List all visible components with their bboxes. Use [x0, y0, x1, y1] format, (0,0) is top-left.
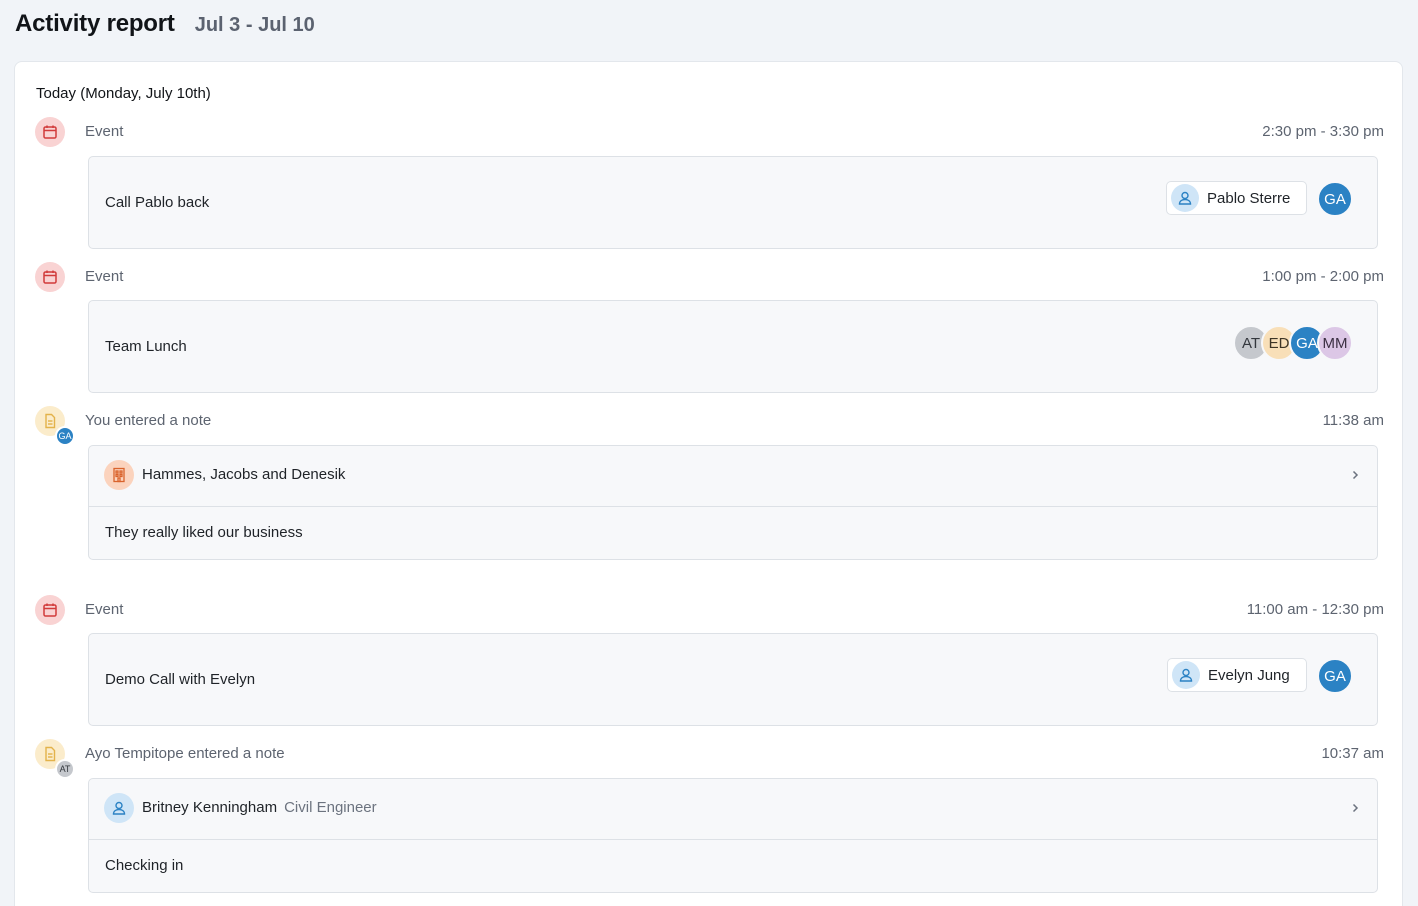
contact-name: Pablo Sterre [1207, 189, 1291, 207]
activity-time: 11:38 am [1322, 412, 1384, 429]
building-icon [104, 460, 134, 490]
activity-type: Ayo Tempitope entered a note [85, 745, 285, 762]
note-body: They really liked our business [105, 524, 303, 541]
person-name[interactable]: Britney Kenningham [142, 799, 277, 816]
entity-label: Britney Kenningham Civil Engineer [142, 799, 377, 816]
note-card: Hammes, Jacobs and Denesik They really l… [88, 445, 1378, 560]
activity-time: 1:00 pm - 2:00 pm [1262, 268, 1384, 285]
calendar-icon [35, 595, 65, 625]
person-icon [104, 793, 134, 823]
activity-time: 10:37 am [1321, 745, 1384, 762]
activity-header: Event 2:30 pm - 3:30 pm [15, 117, 1404, 147]
contact-name: Evelyn Jung [1208, 666, 1290, 684]
activity-time: 11:00 am - 12:30 pm [1246, 601, 1384, 618]
activity-type: Event [85, 268, 124, 285]
event-card[interactable]: Call Pablo back Pablo Sterre GA [88, 156, 1378, 249]
day-heading: Today (Monday, July 10th) [36, 85, 211, 102]
note-entity-row[interactable]: Hammes, Jacobs and Denesik [89, 446, 1377, 507]
activity-type: You entered a note [85, 412, 212, 429]
activity-header: GA You entered a note 11:38 am [15, 406, 1404, 446]
person-icon [1172, 661, 1200, 689]
note-body: Checking in [105, 857, 184, 874]
event-card[interactable]: Team Lunch AT ED GA MM [88, 300, 1378, 393]
page-header: Activity report Jul 3 - Jul 10 [15, 10, 315, 42]
event-title: Demo Call with Evelyn [105, 671, 256, 688]
activity-time: 2:30 pm - 3:30 pm [1262, 123, 1384, 140]
person-title: Civil Engineer [284, 799, 377, 816]
activity-panel: Today (Monday, July 10th) Event 2:30 pm … [14, 61, 1403, 906]
avatar[interactable]: GA [1317, 181, 1353, 217]
event-title: Team Lunch [105, 338, 187, 355]
calendar-icon [35, 117, 65, 147]
chevron-right-icon[interactable] [1349, 801, 1361, 815]
author-avatar: GA [55, 426, 75, 446]
author-avatar: AT [55, 759, 75, 779]
note-entity-row[interactable]: Britney Kenningham Civil Engineer [89, 779, 1377, 840]
date-range[interactable]: Jul 3 - Jul 10 [195, 14, 315, 37]
company-name[interactable]: Hammes, Jacobs and Denesik [142, 466, 345, 483]
activity-type: Event [85, 123, 124, 140]
event-title: Call Pablo back [105, 194, 210, 211]
activity-header: AT Ayo Tempitope entered a note 10:37 am [15, 739, 1404, 779]
contact-chip[interactable]: Pablo Sterre [1166, 181, 1308, 215]
event-card[interactable]: Demo Call with Evelyn Evelyn Jung GA [88, 633, 1378, 726]
calendar-icon [35, 262, 65, 292]
activity-type: Event [85, 601, 124, 618]
avatar[interactable]: GA [1317, 658, 1353, 694]
chevron-right-icon[interactable] [1349, 468, 1361, 482]
activity-header: Event 1:00 pm - 2:00 pm [15, 262, 1404, 292]
avatar[interactable]: MM [1317, 325, 1353, 361]
contact-chip[interactable]: Evelyn Jung [1167, 658, 1307, 692]
person-icon [1171, 184, 1199, 212]
note-card: Britney Kenningham Civil Engineer Checki… [88, 778, 1378, 893]
activity-header: Event 11:00 am - 12:30 pm [15, 595, 1404, 625]
page-title: Activity report [15, 10, 175, 37]
entity-label: Hammes, Jacobs and Denesik [142, 466, 345, 483]
